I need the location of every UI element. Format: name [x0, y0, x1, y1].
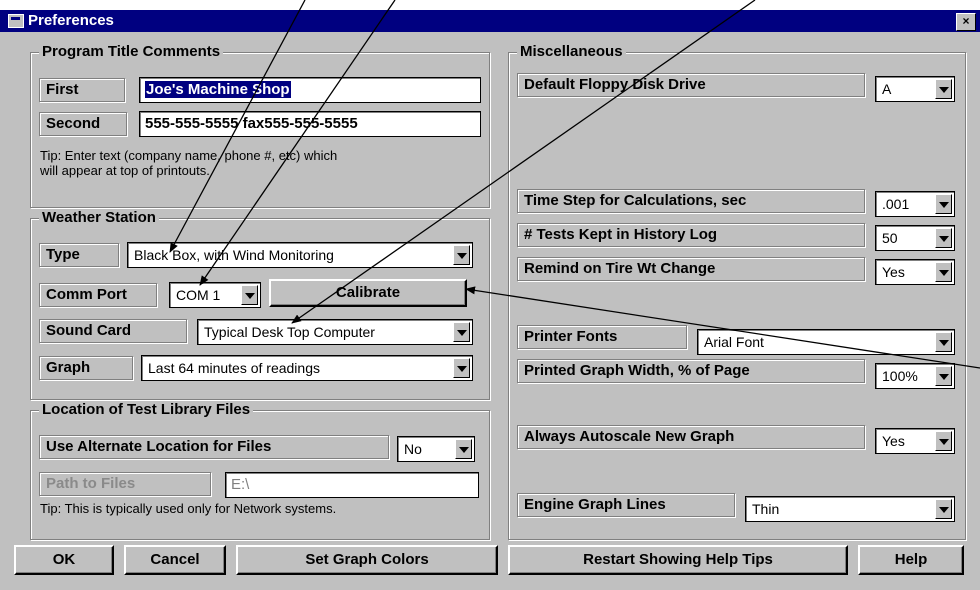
- chevron-down-icon[interactable]: [935, 366, 952, 386]
- chevron-down-icon[interactable]: [935, 499, 952, 519]
- floppy-drive-value: A: [882, 81, 892, 97]
- chevron-down-icon[interactable]: [935, 262, 952, 282]
- chevron-down-icon[interactable]: [935, 79, 952, 99]
- cancel-button[interactable]: Cancel: [124, 545, 226, 575]
- chevron-down-icon[interactable]: [453, 245, 470, 265]
- program-title-tip-1: Tip: Enter text (company name, phone #, …: [40, 148, 338, 163]
- program-title-group: Program Title Comments First Joe's Machi…: [30, 43, 490, 208]
- alternate-location-label: Use Alternate Location for Files: [39, 435, 389, 459]
- weather-station-group: Weather Station Type Black Box, with Win…: [30, 209, 490, 400]
- graph-width-value: 100%: [882, 368, 918, 384]
- first-title-value: Joe's Machine Shop: [145, 81, 291, 98]
- miscellaneous-legend: Miscellaneous: [517, 43, 626, 60]
- path-to-files-label: Path to Files: [39, 472, 211, 496]
- weather-station-legend: Weather Station: [39, 209, 159, 226]
- time-step-label: Time Step for Calculations, sec: [517, 189, 865, 213]
- window-icon: [8, 14, 24, 28]
- ok-button[interactable]: OK: [14, 545, 114, 575]
- engine-lines-value: Thin: [752, 501, 780, 517]
- library-location-legend: Location of Test Library Files: [39, 401, 254, 418]
- station-type-select[interactable]: Black Box, with Wind Monitoring: [127, 242, 473, 268]
- autoscale-value: Yes: [882, 433, 905, 449]
- comm-port-select[interactable]: COM 1: [169, 282, 261, 308]
- first-label: First: [39, 78, 125, 102]
- printer-fonts-label: Printer Fonts: [517, 325, 687, 349]
- window-title: Preferences: [28, 12, 114, 29]
- second-label: Second: [39, 112, 127, 136]
- chevron-down-icon[interactable]: [453, 358, 470, 378]
- path-to-files-input[interactable]: E:\: [225, 472, 479, 498]
- tire-weight-value: Yes: [882, 264, 905, 280]
- time-step-value: .001: [882, 196, 910, 212]
- chevron-down-icon[interactable]: [935, 332, 952, 352]
- autoscale-label: Always Autoscale New Graph: [517, 425, 865, 449]
- floppy-drive-select[interactable]: A: [875, 76, 955, 102]
- engine-lines-select[interactable]: Thin: [745, 496, 955, 522]
- second-title-input[interactable]: 555-555-5555 fax555-555-5555: [139, 111, 481, 137]
- chevron-down-icon[interactable]: [935, 194, 952, 214]
- type-label: Type: [39, 243, 119, 267]
- station-type-value: Black Box, with Wind Monitoring: [134, 247, 334, 263]
- help-button[interactable]: Help: [858, 545, 964, 575]
- chevron-down-icon[interactable]: [241, 285, 258, 305]
- alternate-location-select[interactable]: No: [397, 436, 475, 462]
- first-title-input[interactable]: Joe's Machine Shop: [139, 77, 481, 103]
- graph-width-select[interactable]: 100%: [875, 363, 955, 389]
- printer-fonts-value: Arial Font: [704, 334, 764, 350]
- tests-kept-label: # Tests Kept in History Log: [517, 223, 865, 247]
- tire-weight-label: Remind on Tire Wt Change: [517, 257, 865, 281]
- chevron-down-icon[interactable]: [935, 431, 952, 451]
- chevron-down-icon[interactable]: [453, 322, 470, 342]
- graph-select[interactable]: Last 64 minutes of readings: [141, 355, 473, 381]
- comm-port-label: Comm Port: [39, 283, 157, 307]
- set-graph-colors-button[interactable]: Set Graph Colors: [236, 545, 498, 575]
- title-bar[interactable]: Preferences ×: [0, 10, 980, 32]
- close-button[interactable]: ×: [956, 13, 976, 31]
- tests-kept-select[interactable]: 50: [875, 225, 955, 251]
- restart-help-tips-button[interactable]: Restart Showing Help Tips: [508, 545, 848, 575]
- library-location-group: Location of Test Library Files Use Alter…: [30, 401, 490, 540]
- program-title-tip-2: will appear at top of printouts.: [40, 163, 210, 178]
- printer-fonts-select[interactable]: Arial Font: [697, 329, 955, 355]
- chevron-down-icon[interactable]: [455, 439, 472, 459]
- program-title-legend: Program Title Comments: [39, 43, 224, 60]
- alternate-location-value: No: [404, 441, 422, 457]
- engine-lines-label: Engine Graph Lines: [517, 493, 735, 517]
- tests-kept-value: 50: [882, 230, 898, 246]
- autoscale-select[interactable]: Yes: [875, 428, 955, 454]
- graph-label: Graph: [39, 356, 133, 380]
- graph-width-label: Printed Graph Width, % of Page: [517, 359, 865, 383]
- calibrate-button[interactable]: Calibrate: [269, 279, 467, 307]
- sound-card-select[interactable]: Typical Desk Top Computer: [197, 319, 473, 345]
- time-step-select[interactable]: .001: [875, 191, 955, 217]
- miscellaneous-group: Miscellaneous Default Floppy Disk Drive …: [508, 43, 966, 540]
- sound-card-value: Typical Desk Top Computer: [204, 324, 375, 340]
- tire-weight-select[interactable]: Yes: [875, 259, 955, 285]
- preferences-window: Preferences × Program Title Comments Fir…: [0, 10, 980, 590]
- graph-value: Last 64 minutes of readings: [148, 360, 320, 376]
- chevron-down-icon[interactable]: [935, 228, 952, 248]
- floppy-drive-label: Default Floppy Disk Drive: [517, 73, 865, 97]
- location-tip: Tip: This is typically used only for Net…: [40, 501, 337, 516]
- comm-port-value: COM 1: [176, 287, 221, 303]
- sound-card-label: Sound Card: [39, 319, 187, 343]
